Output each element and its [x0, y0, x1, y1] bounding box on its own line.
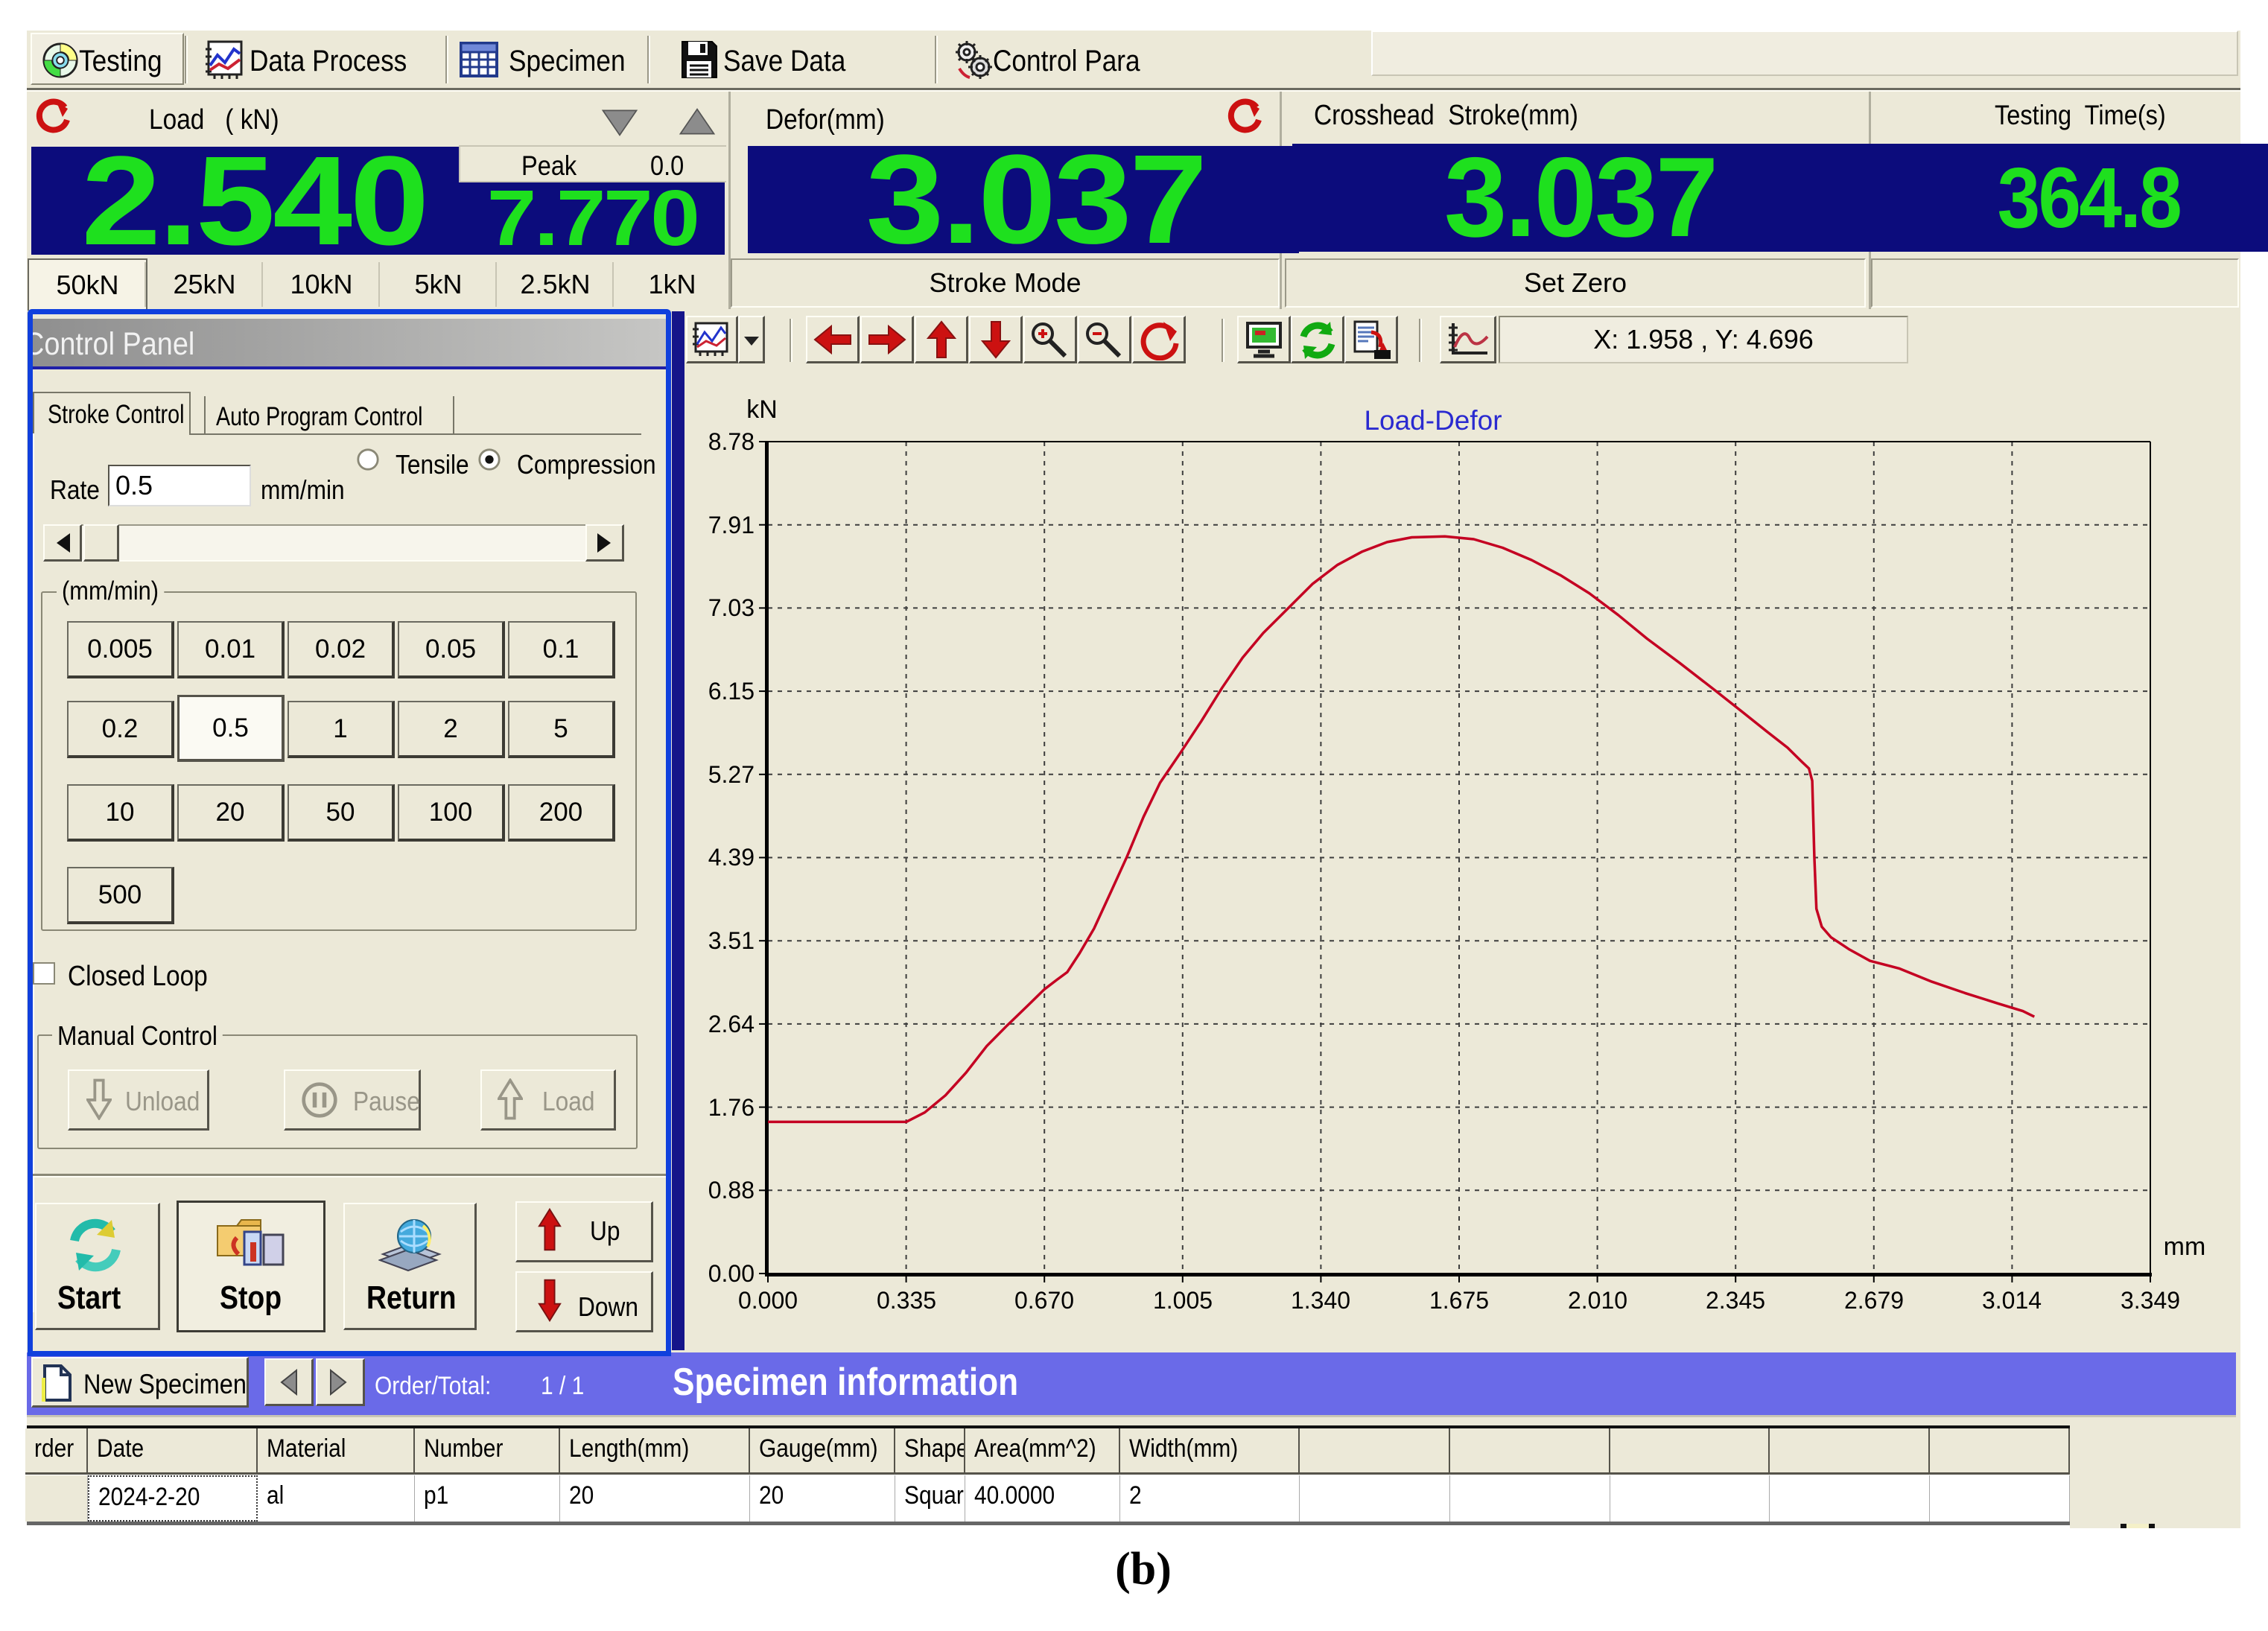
- svg-text:0.000: 0.000: [738, 1287, 798, 1314]
- svg-text:3.349: 3.349: [2121, 1287, 2180, 1314]
- svg-text:mm: mm: [2164, 1233, 2206, 1261]
- svg-text:Load-Defor: Load-Defor: [1364, 405, 1502, 436]
- svg-text:8.78: 8.78: [708, 428, 755, 455]
- svg-text:1.76: 1.76: [708, 1094, 755, 1121]
- svg-text:4.39: 4.39: [708, 844, 755, 871]
- svg-text:3.014: 3.014: [1982, 1287, 2042, 1314]
- svg-text:2.010: 2.010: [1568, 1287, 1627, 1314]
- svg-text:0.335: 0.335: [877, 1287, 936, 1314]
- svg-text:1.340: 1.340: [1291, 1287, 1350, 1314]
- svg-text:1.005: 1.005: [1153, 1287, 1213, 1314]
- svg-text:0.670: 0.670: [1014, 1287, 1074, 1314]
- svg-text:2.345: 2.345: [1706, 1287, 1765, 1314]
- svg-text:5.27: 5.27: [708, 761, 755, 788]
- svg-text:2.679: 2.679: [1844, 1287, 1904, 1314]
- svg-text:2.64: 2.64: [708, 1011, 755, 1037]
- svg-text:0.88: 0.88: [708, 1177, 755, 1204]
- svg-text:kN: kN: [746, 395, 778, 424]
- svg-text:6.15: 6.15: [708, 678, 755, 705]
- svg-text:1.675: 1.675: [1429, 1287, 1489, 1314]
- svg-text:3.51: 3.51: [708, 927, 755, 954]
- svg-text:7.91: 7.91: [708, 512, 755, 538]
- svg-text:7.03: 7.03: [708, 594, 755, 621]
- svg-text:0.00: 0.00: [708, 1260, 755, 1287]
